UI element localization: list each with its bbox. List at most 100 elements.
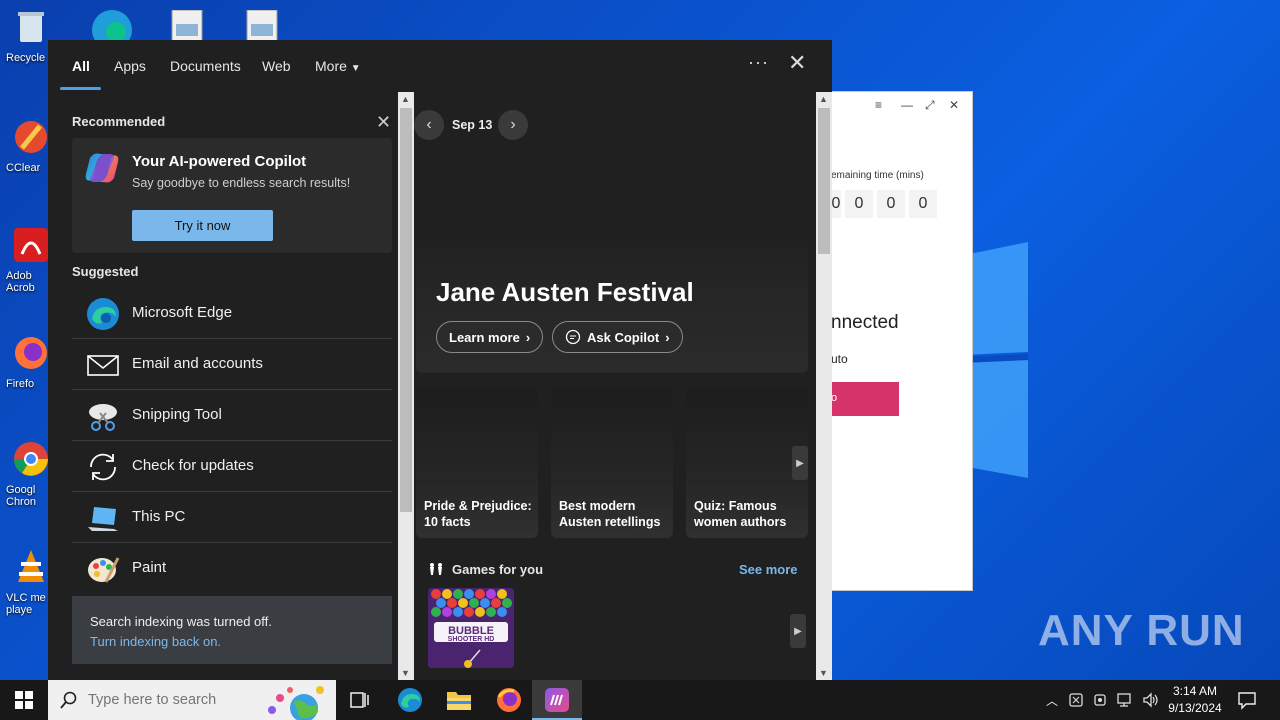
file-icon[interactable] (170, 10, 204, 42)
suggested-item-snipping[interactable]: Snipping Tool (72, 390, 392, 441)
scroll-down-icon[interactable]: ▼ (401, 668, 410, 678)
scroll-thumb[interactable] (818, 108, 830, 254)
vpn-tray-icon[interactable] (1092, 692, 1108, 708)
article-card[interactable]: Pride & Prejudice: 10 facts (416, 388, 538, 538)
close-icon[interactable]: ✕ (949, 98, 959, 112)
restore-icon[interactable]: ⤢ (925, 98, 935, 113)
chevron-right-icon: › (510, 116, 516, 133)
bubble-shooter-tile[interactable]: BUBBLE SHOOTER HD (428, 588, 514, 668)
clock[interactable]: 3:14 AM 9/13/2024 (1160, 683, 1230, 717)
ask-copilot-button[interactable]: Ask Copilot › (552, 321, 683, 353)
time-digit[interactable]: 0 (909, 190, 937, 218)
tab-apps[interactable]: Apps (114, 58, 146, 74)
start-button[interactable] (0, 680, 48, 720)
see-more-link[interactable]: See more (739, 562, 798, 577)
taskbar-firefox[interactable] (495, 686, 523, 714)
suggested-heading: Suggested (72, 264, 139, 279)
tab-web[interactable]: Web (262, 58, 291, 74)
right-scrollbar[interactable]: ▲ ▼ (816, 92, 832, 680)
article-card-title: Quiz: Famous women authors (694, 499, 787, 529)
bubble-shooter-art: BUBBLE SHOOTER HD (428, 588, 514, 668)
scroll-thumb[interactable] (400, 108, 412, 512)
tab-documents[interactable]: Documents (170, 58, 241, 74)
chevron-right-icon: ▶ (796, 457, 804, 469)
suggested-item-updates[interactable]: Check for updates (72, 441, 392, 492)
clock-time: 3:14 AM (1172, 684, 1218, 698)
search-panel: All Apps Documents Web More ▼ ··· ✕ Reco… (48, 40, 832, 680)
suggested-item-paint[interactable]: Paint (72, 543, 392, 594)
turn-indexing-on-link[interactable]: Turn indexing back on. (90, 634, 221, 649)
security-tray-icon[interactable] (1068, 692, 1084, 708)
notifications-icon[interactable] (1237, 690, 1257, 710)
taskbar-search-box[interactable] (48, 680, 336, 720)
suggested-item-label: Paint (132, 559, 167, 576)
task-view-button[interactable] (346, 686, 374, 714)
show-hidden-icons-icon[interactable]: ︿ (1046, 692, 1058, 709)
action-button[interactable]: o (831, 382, 899, 416)
minimize-icon[interactable]: — (901, 98, 913, 112)
taskbar-active-app[interactable] (532, 680, 582, 720)
copilot-title: Your AI-powered Copilot (132, 153, 307, 170)
date-label: Sep 13 (452, 118, 493, 132)
hero-title: Jane Austen Festival (436, 277, 694, 307)
edge-desktop-icon[interactable] (88, 6, 136, 42)
desktop-icon-label: VLC me playe (6, 592, 46, 616)
suggested-item-email[interactable]: Email and accounts (72, 339, 392, 390)
file-icon[interactable] (245, 10, 279, 42)
tab-more[interactable]: More ▼ (315, 58, 361, 74)
chevron-right-icon: › (665, 329, 670, 345)
time-digit[interactable]: 0 (845, 190, 873, 218)
caret-down-icon: ▼ (350, 63, 361, 74)
ask-copilot-label: Ask Copilot (587, 329, 660, 345)
article-card[interactable]: Best modern Austen retellings (551, 388, 673, 538)
adobe-acrobat-icon (14, 228, 48, 262)
active-tab-indicator (60, 87, 101, 90)
windows-start-icon (15, 691, 33, 709)
search-highlight-globe-icon (268, 686, 324, 720)
taskbar: ︿ 3:14 AM 9/13/2024 (0, 680, 1280, 720)
dismiss-recommended-icon[interactable]: ✕ (376, 112, 391, 133)
article-cards: Pride & Prejudice: 10 facts Best modern … (416, 388, 808, 540)
learn-more-button[interactable]: Learn more › (436, 321, 544, 353)
article-card[interactable]: Quiz: Famous women authors (686, 388, 808, 538)
suggested-item-this-pc[interactable]: This PC (72, 492, 392, 543)
hero-banner[interactable]: Jane Austen Festival Learn more › Ask Co… (416, 237, 808, 373)
search-icon (60, 691, 77, 709)
taskbar-edge[interactable] (396, 686, 424, 714)
scroll-up-icon[interactable]: ▲ (819, 94, 828, 104)
next-day-button[interactable]: › (498, 110, 528, 140)
menu-icon[interactable]: ≡ (875, 98, 882, 112)
volume-icon[interactable] (1142, 692, 1160, 708)
scroll-down-icon[interactable]: ▼ (819, 668, 828, 678)
indexing-message: Search indexing was turned off. (90, 614, 272, 629)
suggested-item-edge[interactable]: Microsoft Edge (72, 288, 392, 339)
taskbar-file-explorer[interactable] (445, 686, 473, 714)
games-next-button[interactable]: ▶ (790, 614, 806, 648)
left-scrollbar[interactable]: ▲ ▼ (398, 92, 414, 680)
article-card-title: Best modern Austen retellings (559, 499, 661, 529)
computer-icon (88, 507, 118, 531)
scroll-up-icon[interactable]: ▲ (401, 94, 410, 104)
time-digit[interactable]: 0 (877, 190, 905, 218)
paint-icon (88, 557, 120, 583)
sync-icon (90, 453, 116, 481)
suggested-item-label: Check for updates (132, 457, 254, 474)
try-it-now-button[interactable]: Try it now (132, 210, 273, 241)
background-app-window[interactable]: ≡ — ⤢ ✕ emaining time (mins) 0 0 0 0 nne… (830, 91, 973, 591)
previous-day-button[interactable]: ‹ (414, 110, 444, 140)
taskbar-search-input[interactable] (88, 690, 258, 710)
recommended-heading: Recommended (72, 114, 166, 129)
network-icon[interactable] (1116, 692, 1134, 708)
close-icon[interactable]: ✕ (788, 50, 806, 76)
tab-all[interactable]: All (72, 58, 90, 74)
article-card-title: Pride & Prejudice: 10 facts (424, 499, 532, 529)
app-icon (545, 688, 569, 712)
time-digit[interactable]: 0 (831, 190, 841, 218)
chat-bubble-icon (565, 329, 581, 345)
recycle-bin-icon (18, 12, 44, 42)
cards-next-button[interactable]: ▶ (792, 446, 808, 480)
tab-more-label: More (315, 58, 347, 74)
more-options-icon[interactable]: ··· (748, 52, 769, 73)
edge-icon (87, 298, 119, 330)
firefox-icon (15, 337, 47, 369)
